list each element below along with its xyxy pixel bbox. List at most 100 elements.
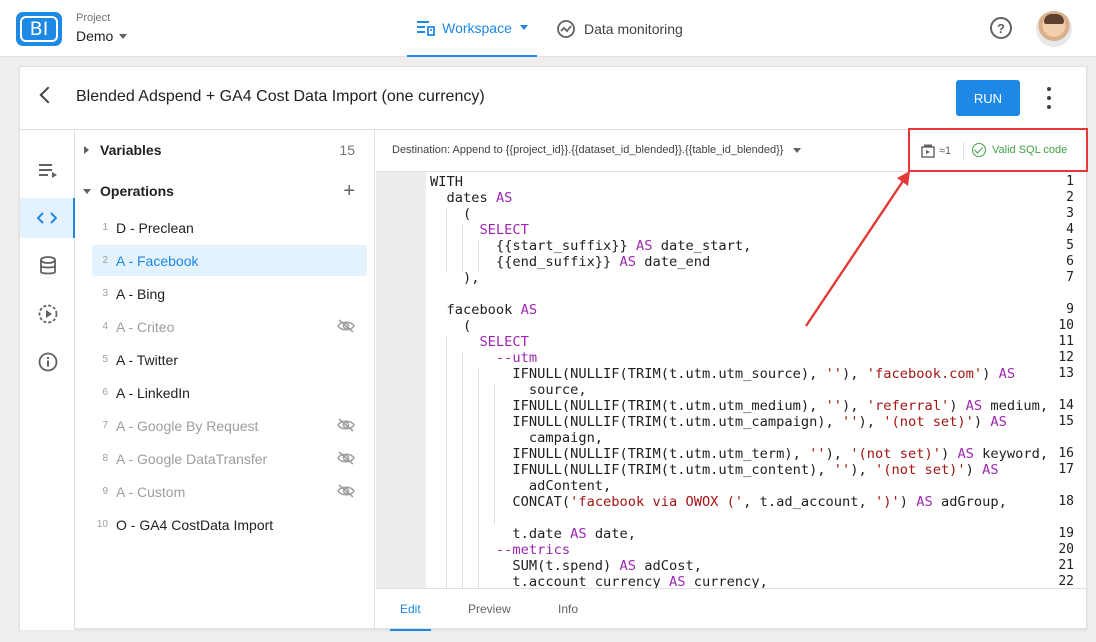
code-line: ( [430, 318, 472, 334]
tab-info[interactable]: Info [558, 589, 578, 629]
icon-rail [20, 130, 75, 630]
operation-item[interactable]: 5 A - Twitter [92, 344, 367, 375]
back-arrow-icon[interactable] [39, 86, 57, 104]
operation-item[interactable]: 3 A - Bing [92, 278, 367, 309]
workspace-body: Variables 15 Operations + 1 D - Preclean… [20, 128, 1088, 631]
add-icon[interactable]: + [343, 180, 355, 203]
destination-selector[interactable]: Destination: Append to {{project_id}}.{{… [392, 144, 802, 156]
line-number: 14 [1058, 398, 1074, 413]
line-number: 19 [1058, 526, 1074, 541]
operation-item-disabled[interactable]: 9 A - Custom [92, 476, 367, 507]
page-title: Blended Adspend + GA4 Cost Data Import (… [76, 88, 485, 105]
code-line: source, [430, 382, 587, 398]
help-icon[interactable]: ? [990, 17, 1012, 39]
eye-off-icon[interactable] [337, 418, 355, 432]
code-line: WITH [430, 174, 463, 190]
operations-section[interactable]: Operations + [75, 171, 375, 211]
operation-item-disabled[interactable]: 8 A - Google DataTransfer [92, 443, 367, 474]
eye-off-icon[interactable] [337, 484, 355, 498]
code-line: ), [430, 270, 480, 286]
list-icon[interactable] [20, 150, 75, 190]
code-line: SUM(t.spend) AS adCost, [430, 558, 702, 574]
code-line: SELECT [430, 222, 529, 238]
chevron-right-icon [84, 146, 89, 154]
info-icon[interactable] [20, 342, 75, 382]
line-number: 5 [1066, 238, 1074, 253]
operation-number: 2 [102, 255, 108, 266]
operation-item-active[interactable]: 2 A - Facebook [92, 245, 367, 276]
variables-section[interactable]: Variables 15 [75, 130, 375, 170]
preview-table-icon [921, 144, 935, 158]
operation-name: A - Bing [116, 285, 166, 302]
operation-name: A - Custom [116, 483, 186, 500]
chevron-down-icon [119, 33, 128, 39]
project-selector[interactable]: Demo [76, 28, 128, 44]
operation-item-disabled[interactable]: 4 A - Criteo [92, 311, 367, 342]
app-logo[interactable]: BI [16, 12, 62, 46]
nav-monitoring-label: Data monitoring [584, 20, 683, 37]
sql-validation-status: Valid SQL code [972, 143, 1067, 157]
rows-badge[interactable]: ≈1 [921, 144, 951, 158]
code-line: t.account_currency AS currency, [430, 574, 768, 588]
avatar[interactable] [1036, 11, 1072, 47]
eye-off-icon[interactable] [337, 451, 355, 465]
tab-preview[interactable]: Preview [468, 589, 511, 629]
operation-name: A - Google DataTransfer [116, 450, 268, 467]
line-number: 15 [1058, 414, 1074, 429]
top-bar: BI Project Demo Workspace Data monitorin… [0, 0, 1096, 57]
line-number: 10 [1058, 318, 1074, 333]
operation-number: 1 [102, 222, 108, 233]
nav-data-monitoring[interactable]: Data monitoring [556, 0, 683, 57]
operation-item[interactable]: 10 O - GA4 CostData Import [92, 509, 367, 540]
line-number: 20 [1058, 542, 1074, 557]
code-line: CONCAT('facebook via OWOX (', t.ad_accou… [430, 494, 1007, 510]
operation-item-disabled[interactable]: 7 A - Google By Request [92, 410, 367, 441]
project-name: Demo [76, 28, 114, 44]
code-line: t.date AS date, [430, 526, 637, 542]
line-gutter [376, 172, 426, 588]
operation-item[interactable]: 1 D - Preclean [92, 212, 367, 243]
more-options-icon[interactable] [1044, 87, 1054, 109]
schedule-icon[interactable] [20, 294, 75, 334]
operation-number: 3 [102, 288, 108, 299]
chevron-down-icon [793, 147, 802, 153]
chevron-down-icon [519, 25, 528, 30]
workspace-icon [417, 20, 436, 36]
variables-count: 15 [339, 142, 355, 158]
code-line: SELECT [430, 334, 529, 350]
eye-off-icon[interactable] [337, 319, 355, 333]
operation-name: A - LinkedIn [116, 384, 190, 401]
operations-label: Operations [100, 183, 174, 199]
monitoring-icon [557, 19, 575, 38]
operation-number: 8 [102, 453, 108, 464]
code-line: {{end_suffix}} AS date_end [430, 254, 711, 270]
code-line: --utm [430, 350, 538, 366]
code-line: ( [430, 206, 472, 222]
destination-bar: Destination: Append to {{project_id}}.{{… [376, 128, 1088, 172]
line-number: 6 [1066, 254, 1074, 269]
operation-card: Blended Adspend + GA4 Cost Data Import (… [19, 66, 1088, 631]
code-line: {{start_suffix}} AS date_start, [430, 238, 752, 254]
code-editor[interactable]: 1 2 3 4 5 6 7 9 10 11 12 13 14 15 16 17 18 19 20 21 22 WITH … [376, 172, 1086, 588]
code-line: campaign, [430, 430, 604, 446]
code-line: facebook AS [430, 302, 538, 318]
line-number: 12 [1058, 350, 1074, 365]
tab-edit[interactable]: Edit [390, 589, 431, 631]
line-number: 4 [1066, 222, 1074, 237]
code-line: --metrics [430, 542, 571, 558]
line-number: 13 [1058, 366, 1074, 381]
code-line: dates AS [430, 190, 513, 206]
variables-label: Variables [100, 142, 162, 158]
operation-item[interactable]: 6 A - LinkedIn [92, 377, 367, 408]
run-button[interactable]: RUN [956, 80, 1020, 116]
code-icon[interactable] [20, 198, 75, 238]
operation-number: 5 [102, 354, 108, 365]
operation-name: A - Facebook [116, 252, 199, 269]
editor-tabs: Edit Preview Info [376, 588, 1086, 631]
operations-panel: Variables 15 Operations + 1 D - Preclean… [75, 130, 375, 630]
check-circle-icon [972, 143, 986, 157]
database-icon[interactable] [20, 246, 75, 286]
nav-workspace[interactable]: Workspace [407, 0, 537, 57]
code-line: IFNULL(NULLIF(TRIM(t.utm.utm_campaign), … [430, 414, 1007, 430]
code-line: IFNULL(NULLIF(TRIM(t.utm.utm_medium), ''… [430, 398, 1049, 414]
